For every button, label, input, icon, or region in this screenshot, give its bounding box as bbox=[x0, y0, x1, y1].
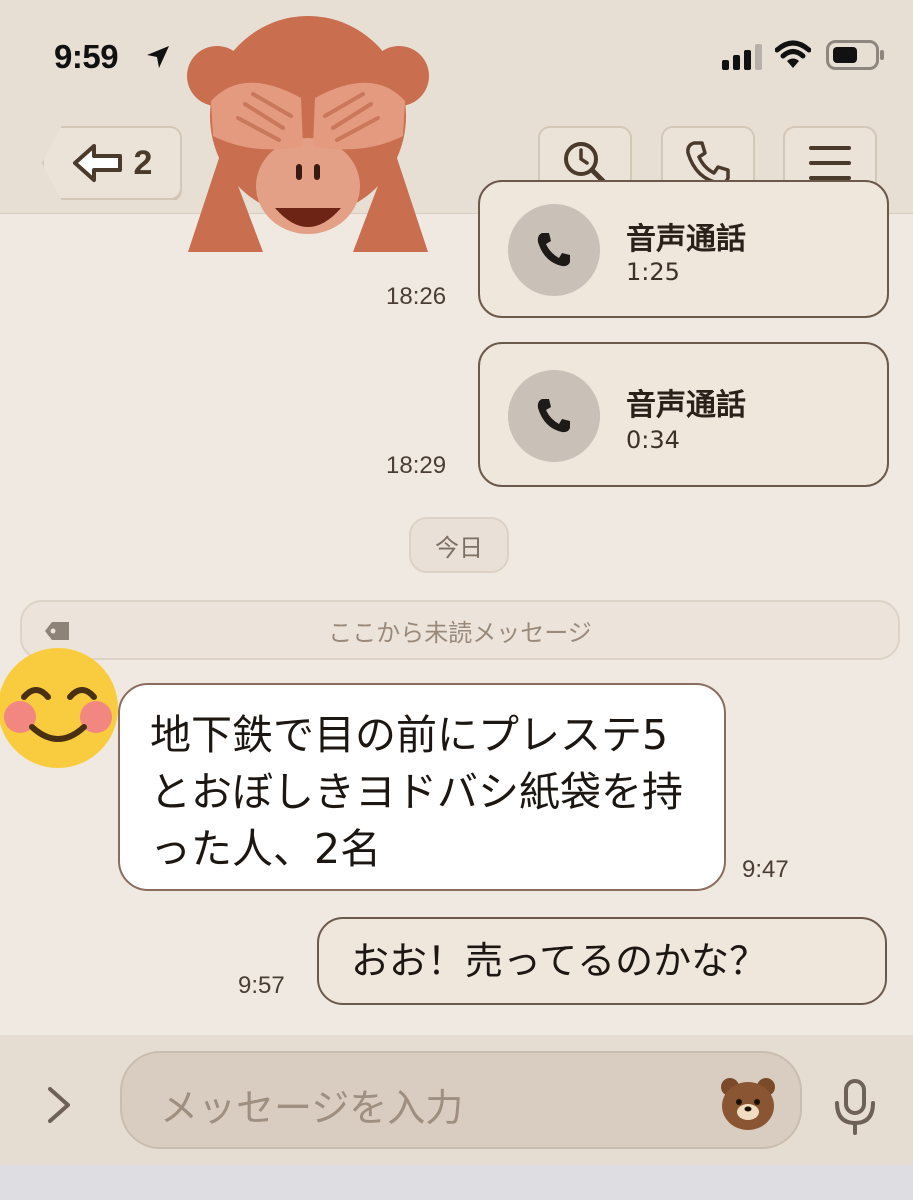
see-no-evil-monkey-sticker bbox=[187, 16, 429, 252]
back-arrow-icon bbox=[72, 144, 122, 182]
message-timestamp: 9:47 bbox=[742, 856, 789, 883]
call-title: 音声通話 bbox=[626, 388, 746, 423]
tag-icon bbox=[45, 622, 69, 640]
message-timestamp: 9:57 bbox=[238, 972, 285, 999]
emoji-sticker-icon[interactable] bbox=[720, 1077, 776, 1131]
date-divider: 今日 bbox=[409, 517, 509, 573]
back-button[interactable]: 2 bbox=[42, 126, 182, 200]
call-duration: 0:34 bbox=[626, 426, 680, 454]
unread-count: 2 bbox=[133, 143, 153, 182]
chevron-right-icon[interactable] bbox=[40, 1085, 76, 1125]
outgoing-message[interactable]: おお！売ってるのかな？ bbox=[317, 917, 887, 1005]
message-input-placeholder: メッセージを入力 bbox=[160, 1086, 464, 1130]
call-icon-circle bbox=[508, 370, 600, 462]
message-timestamp: 18:26 bbox=[386, 283, 447, 310]
status-time: 9:59 bbox=[54, 38, 119, 75]
wifi-icon bbox=[775, 40, 811, 68]
message-timestamp: 18:29 bbox=[386, 452, 447, 479]
voice-call-message[interactable]: 音声通話 1:25 bbox=[478, 180, 889, 318]
battery-icon bbox=[826, 40, 884, 70]
call-duration: 1:25 bbox=[626, 258, 680, 286]
phone-icon bbox=[537, 399, 570, 433]
incoming-message[interactable]: 地下鉄で目の前にプレステ5とおぼしきヨドバシ紙袋を持った人、2名 bbox=[118, 683, 726, 891]
unread-divider: ここから未読メッセージ bbox=[20, 600, 900, 660]
location-arrow-icon bbox=[147, 46, 169, 68]
hamburger-menu-icon bbox=[809, 146, 851, 180]
microphone-icon[interactable] bbox=[832, 1079, 878, 1135]
message-input[interactable]: メッセージを入力 bbox=[120, 1051, 802, 1149]
voice-call-message[interactable]: 音声通話 0:34 bbox=[478, 342, 889, 487]
unread-divider-label: ここから未読メッセージ bbox=[328, 618, 592, 647]
smiling-face-icon[interactable] bbox=[0, 647, 120, 769]
message-composer: メッセージを入力 bbox=[0, 1035, 913, 1165]
cellular-signal-icon bbox=[722, 44, 762, 70]
home-indicator-area bbox=[0, 1165, 913, 1200]
call-title: 音声通話 bbox=[626, 222, 746, 257]
call-icon-circle bbox=[508, 204, 600, 296]
phone-icon bbox=[537, 233, 570, 267]
